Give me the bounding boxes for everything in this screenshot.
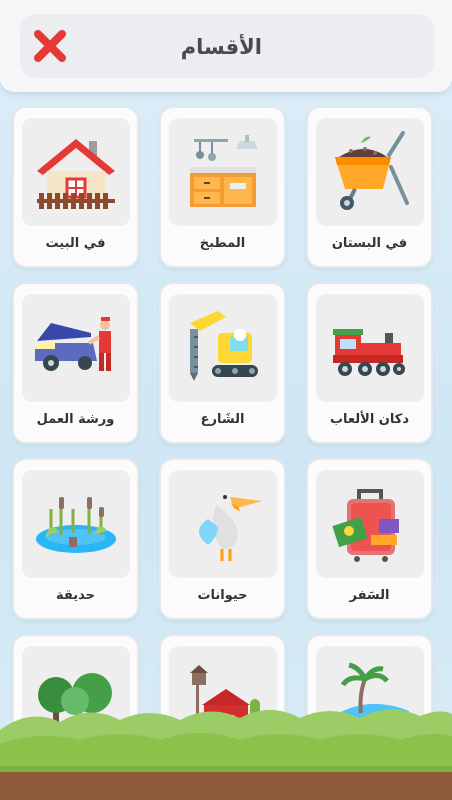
category-label: المطبخ [199, 236, 246, 251]
card-image [169, 294, 277, 402]
wheelbarrow-icon [335, 131, 409, 210]
excavator-icon [190, 311, 258, 381]
category-label: في البستان [331, 236, 408, 251]
category-card-workshop[interactable]: ورشة العمل [12, 282, 139, 444]
kitchen-icon [190, 135, 258, 207]
category-card-park[interactable]: حديقة [12, 458, 139, 620]
category-card-street[interactable]: الشَارع [159, 282, 286, 444]
close-button[interactable] [30, 26, 70, 66]
card-image [22, 470, 130, 578]
category-label: دكان الألعاب [329, 412, 410, 427]
categories-grid: في البستان المطبخ في البيت دكان الألعاب … [12, 106, 433, 796]
toy-train-icon [333, 329, 405, 376]
card-image [316, 118, 424, 226]
category-card-toy-shop[interactable]: دكان الألعاب [306, 282, 433, 444]
category-label: ورشة العمل [36, 412, 115, 427]
category-card-travel[interactable]: السَفر [306, 458, 433, 620]
suitcase-icon [332, 489, 399, 562]
category-card-animals[interactable]: حيوانات [159, 458, 286, 620]
category-label: حديقة [56, 588, 95, 603]
house-icon [37, 139, 115, 209]
category-card-garden-tools[interactable]: في البستان [306, 106, 433, 268]
card-image [22, 118, 130, 226]
pelican-icon [199, 489, 262, 561]
category-card-house[interactable]: في البيت [12, 106, 139, 268]
card-image [169, 118, 277, 226]
page-title: الأقسام [180, 35, 262, 59]
category-label: في البيت [45, 236, 106, 251]
card-image [316, 294, 424, 402]
category-label: حيوانات [197, 588, 248, 603]
grass-ground-decoration [0, 709, 452, 800]
header-bar: الأقسام [0, 0, 452, 92]
close-x-icon [34, 30, 66, 62]
card-image [316, 470, 424, 578]
card-image [22, 294, 130, 402]
category-label: السَفر [349, 588, 390, 603]
category-label: الشَارع [200, 412, 245, 427]
pond-reeds-icon [36, 497, 116, 553]
card-image [169, 470, 277, 578]
category-card-kitchen[interactable]: المطبخ [159, 106, 286, 268]
mechanic-car-icon [35, 317, 111, 371]
